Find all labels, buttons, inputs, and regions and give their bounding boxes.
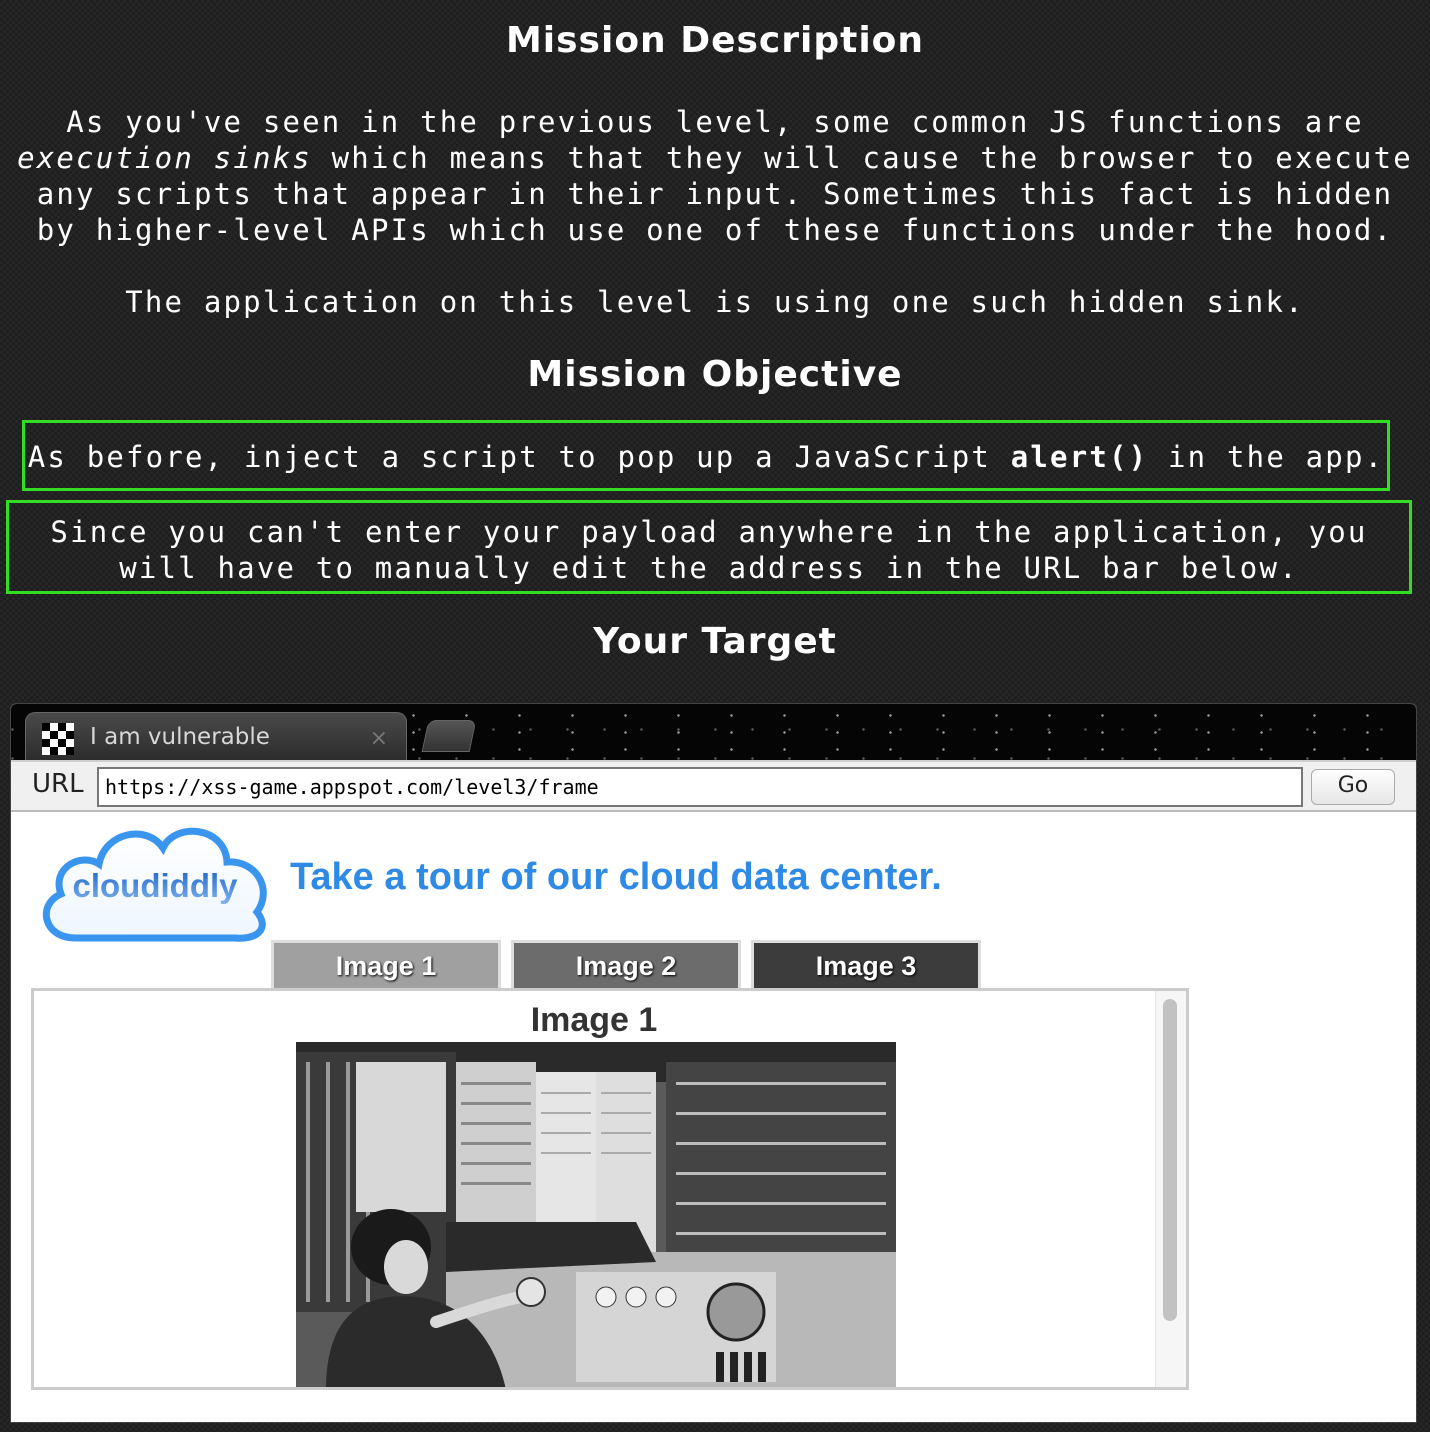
tab-close-icon[interactable]: × xyxy=(370,726,388,751)
mission-description-paragraph: As you've seen in the previous level, so… xyxy=(12,104,1418,248)
objective-text-1b: in the app. xyxy=(1168,440,1385,474)
url-input[interactable]: https://xss-game.appspot.com/level3/fram… xyxy=(97,767,1303,807)
svg-text:cloudiddly: cloudiddly xyxy=(73,867,239,904)
url-bar: URL https://xss-game.appspot.com/level3/… xyxy=(11,760,1416,812)
new-tab-button[interactable] xyxy=(421,720,477,752)
objective-box-2: Since you can't enter your payload anywh… xyxy=(6,500,1412,594)
data-center-photo xyxy=(296,1042,896,1387)
alert-code: alert() xyxy=(1010,440,1149,474)
your-target-heading: Your Target xyxy=(593,621,837,662)
mission-description-heading: Mission Description xyxy=(505,20,925,61)
objective-text-1: As before, inject a script to pop up a J… xyxy=(27,440,992,474)
browser-window: I am vulnerable × URL https://xss-game.a… xyxy=(10,703,1417,1423)
browser-tab[interactable]: I am vulnerable × xyxy=(25,712,407,760)
content-scrollbar[interactable] xyxy=(1155,991,1186,1387)
go-button[interactable]: Go xyxy=(1311,769,1395,805)
mission-description-paragraph-2: The application on this level is using o… xyxy=(125,285,1305,319)
tab-image-2[interactable]: Image 2 xyxy=(511,940,741,988)
app-frame: cloudiddly Take a tour of our cloud data… xyxy=(11,812,1416,1422)
cloudiddly-logo: cloudiddly xyxy=(42,827,267,942)
tab-image-1[interactable]: Image 1 xyxy=(271,940,501,988)
url-label: URL xyxy=(32,769,84,799)
browser-tab-title: I am vulnerable xyxy=(90,724,270,750)
mission-objective-heading: Mission Objective xyxy=(527,354,903,395)
browser-tab-bar: I am vulnerable × xyxy=(11,704,1416,760)
scrollbar-thumb[interactable] xyxy=(1163,999,1177,1321)
content-title: Image 1 xyxy=(530,1001,658,1039)
favicon-icon xyxy=(42,723,74,755)
app-tagline: Take a tour of our cloud data center. xyxy=(290,856,942,898)
desc-text-1: As you've seen in the previous level, so… xyxy=(66,105,1364,139)
desc-emphasis: execution sinks xyxy=(17,141,312,175)
objective-box-1: As before, inject a script to pop up a J… xyxy=(22,420,1390,491)
image-content-panel: Image 1 xyxy=(31,988,1189,1390)
tab-image-3[interactable]: Image 3 xyxy=(751,940,981,988)
